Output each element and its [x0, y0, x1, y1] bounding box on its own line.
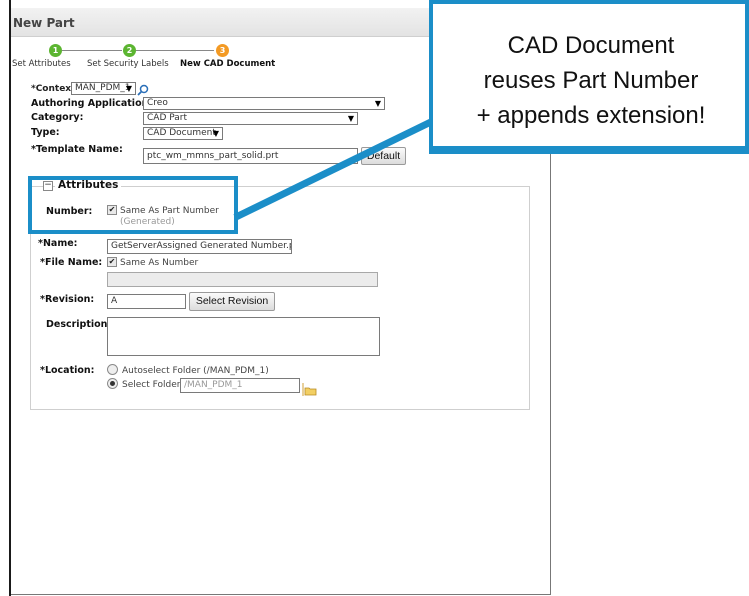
- chevron-down-icon: ▼: [347, 114, 354, 123]
- folder-value: /MAN_PDM_1: [184, 380, 243, 390]
- chevron-down-icon: ▼: [212, 129, 219, 138]
- wizard-step-1-icon[interactable]: 1: [49, 44, 62, 57]
- description-label: Description:: [46, 319, 112, 330]
- template-input[interactable]: ptc_wm_mmns_part_solid.prt: [143, 148, 358, 164]
- callout-line-1: CAD Document: [507, 32, 675, 59]
- wizard-step-2-icon[interactable]: 2: [123, 44, 136, 57]
- autoselect-folder-radio[interactable]: [107, 364, 118, 375]
- revision-value: A: [111, 296, 118, 306]
- window-title: New Part: [13, 16, 75, 30]
- file-name-label: *File Name:: [40, 257, 103, 268]
- authoring-app-label: Authoring Application:: [31, 98, 153, 109]
- context-label: *Context: [31, 84, 76, 94]
- folder-icon[interactable]: [301, 381, 317, 400]
- type-label: Type:: [31, 127, 60, 138]
- folder-input[interactable]: /MAN_PDM_1: [180, 378, 300, 393]
- template-value: ptc_wm_mmns_part_solid.prt: [147, 151, 279, 161]
- category-select[interactable]: CAD Part ▼: [143, 112, 358, 125]
- select-revision-button[interactable]: Select Revision: [189, 292, 275, 311]
- same-as-number-label: Same As Number: [120, 258, 199, 268]
- context-select[interactable]: MAN_PDM_1 ▼: [71, 82, 136, 95]
- highlight-box: [28, 176, 238, 234]
- wizard-step-3-label[interactable]: New CAD Document: [180, 59, 275, 69]
- location-label: *Location:: [40, 365, 95, 376]
- description-textarea[interactable]: [107, 317, 380, 356]
- type-value: CAD Document: [147, 128, 216, 138]
- template-label: *Template Name:: [31, 144, 123, 155]
- autoselect-folder-label: Autoselect Folder (/MAN_PDM_1): [122, 366, 269, 376]
- revision-label: *Revision:: [40, 294, 95, 305]
- callout-line-3: + appends extension!: [476, 102, 706, 129]
- type-select[interactable]: CAD Document ▼: [143, 127, 223, 140]
- name-label: *Name:: [38, 238, 78, 249]
- chevron-down-icon: ▼: [374, 99, 381, 108]
- wizard-step-3-icon[interactable]: 3: [216, 44, 229, 57]
- name-value: GetServerAssigned Generated Number.prt: [111, 241, 292, 251]
- wizard-line-1: [62, 50, 122, 51]
- select-folder-radio[interactable]: [107, 378, 118, 389]
- name-input[interactable]: GetServerAssigned Generated Number.prt: [107, 239, 292, 254]
- chevron-down-icon: ▼: [125, 84, 132, 93]
- callout-line-2: reuses Part Number: [483, 67, 699, 94]
- wizard-line-2: [136, 50, 214, 51]
- revision-input[interactable]: A: [107, 294, 186, 309]
- callout-text: CAD Document reuses Part Number + append…: [433, 28, 749, 133]
- select-folder-label: Select Folder: [122, 380, 181, 390]
- authoring-app-select[interactable]: Creo ▼: [143, 97, 385, 110]
- same-as-number-checkbox[interactable]: ✔: [107, 257, 117, 267]
- wizard-step-1-label[interactable]: Set Attributes: [12, 59, 71, 69]
- context-value: MAN_PDM_1: [75, 83, 131, 93]
- category-value: CAD Part: [147, 113, 187, 123]
- file-name-input[interactable]: [107, 272, 378, 287]
- category-label: Category:: [31, 112, 84, 123]
- wizard-step-2-label[interactable]: Set Security Labels: [87, 59, 169, 69]
- authoring-app-value: Creo: [147, 98, 168, 108]
